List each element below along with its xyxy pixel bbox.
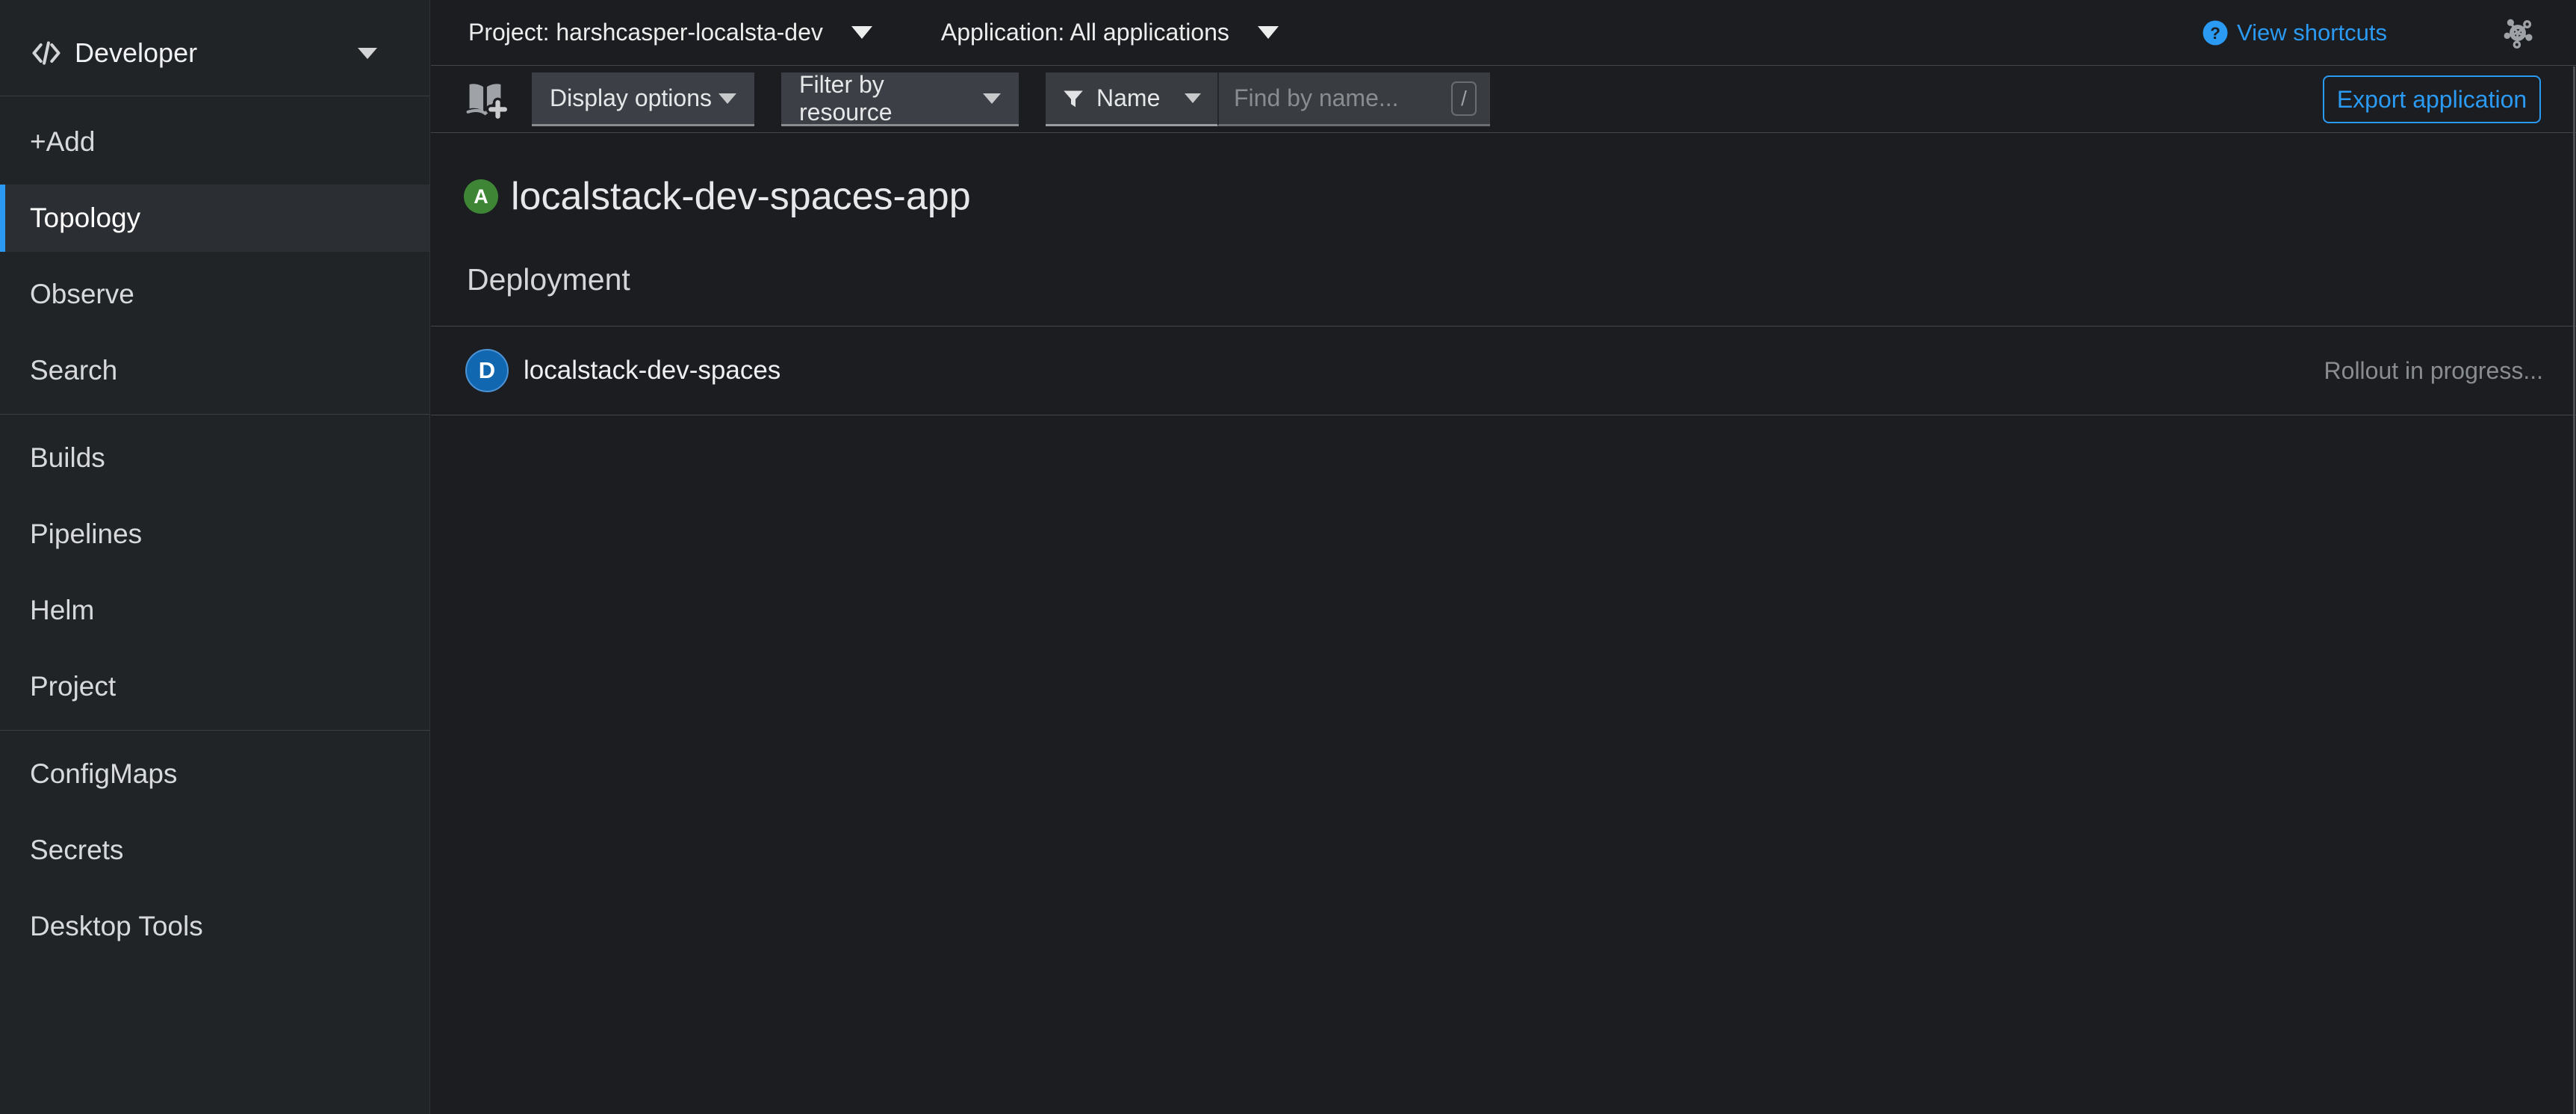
question-circle-icon: ? — [2202, 19, 2229, 46]
filter-by-resource-dropdown[interactable]: Filter by resource — [781, 72, 1019, 126]
masthead: Project: harshcasper-localsta-dev Applic… — [431, 0, 2576, 66]
deployment-badge: D — [465, 349, 509, 392]
view-shortcuts-label: View shortcuts — [2237, 19, 2387, 46]
sidebar-item-pipelines[interactable]: Pipelines — [0, 501, 429, 568]
application-badge: A — [464, 179, 498, 214]
chevron-down-icon — [1258, 26, 1279, 39]
topology-graph-icon[interactable] — [2501, 16, 2535, 50]
sidebar-item-secrets[interactable]: Secrets — [0, 817, 429, 884]
find-by-name-box: / — [1217, 72, 1490, 126]
sidebar-item-helm[interactable]: Helm — [0, 577, 429, 644]
filter-by-resource-label: Filter by resource — [799, 71, 983, 126]
application-group-header: A localstack-dev-spaces-app — [464, 174, 971, 219]
project-switcher[interactable]: Project: harshcasper-localsta-dev — [468, 19, 872, 46]
sidebar-item-builds[interactable]: Builds — [0, 424, 429, 492]
chevron-down-icon — [983, 93, 1001, 104]
sidebar-item-topology[interactable]: Topology — [0, 185, 429, 252]
application-switcher-label: Application: All applications — [941, 19, 1229, 46]
chevron-down-icon — [719, 93, 736, 104]
name-filter-dropdown[interactable]: Name — [1046, 72, 1217, 126]
sidebar-nav: +Add Topology Observe Search Builds Pipe… — [0, 96, 429, 960]
code-icon — [30, 37, 63, 69]
topology-toolbar: Display options Filter by resource Name … — [431, 66, 2576, 133]
sidebar-item-configmaps[interactable]: ConfigMaps — [0, 740, 429, 808]
open-book-plus-icon[interactable] — [463, 78, 507, 120]
chevron-down-icon — [1185, 93, 1201, 103]
sidebar-divider — [0, 730, 429, 731]
deployment-row[interactable]: D localstack-dev-spaces Rollout in progr… — [431, 326, 2576, 415]
export-application-button[interactable]: Export application — [2323, 75, 2541, 123]
filter-funnel-icon — [1062, 87, 1096, 110]
chevron-down-icon — [851, 26, 872, 39]
perspective-label: Developer — [75, 37, 197, 69]
scrollbar-track[interactable] — [2573, 66, 2575, 1114]
display-options-label: Display options — [550, 84, 712, 112]
deployment-status: Rollout in progress... — [2324, 357, 2543, 385]
sidebar-item-observe[interactable]: Observe — [0, 261, 429, 328]
sidebar: Developer +Add Topology Observe Search B… — [0, 0, 430, 1114]
slash-shortcut-badge: / — [1451, 81, 1477, 116]
sidebar-item-project[interactable]: Project — [0, 653, 429, 720]
display-options-dropdown[interactable]: Display options — [532, 72, 754, 126]
project-switcher-label: Project: harshcasper-localsta-dev — [468, 19, 823, 46]
application-switcher[interactable]: Application: All applications — [941, 19, 1279, 46]
application-title: localstack-dev-spaces-app — [511, 174, 971, 219]
topology-list-view: A localstack-dev-spaces-app Deployment D… — [431, 134, 2576, 1114]
chevron-down-icon — [358, 48, 377, 59]
name-filter-label: Name — [1096, 84, 1160, 112]
find-by-name-input[interactable] — [1232, 84, 1451, 113]
sidebar-item-search[interactable]: Search — [0, 337, 429, 404]
view-shortcuts-link[interactable]: ? View shortcuts — [2202, 19, 2387, 46]
sidebar-item-desktop-tools[interactable]: Desktop Tools — [0, 893, 429, 960]
svg-text:?: ? — [2210, 23, 2220, 42]
sidebar-item-add[interactable]: +Add — [0, 108, 429, 176]
sidebar-divider — [0, 414, 429, 415]
section-heading-deployment: Deployment — [467, 262, 630, 297]
deployment-name[interactable]: localstack-dev-spaces — [524, 356, 780, 386]
perspective-switcher[interactable]: Developer — [0, 0, 429, 96]
name-filter-group: Name / — [1046, 72, 1490, 126]
